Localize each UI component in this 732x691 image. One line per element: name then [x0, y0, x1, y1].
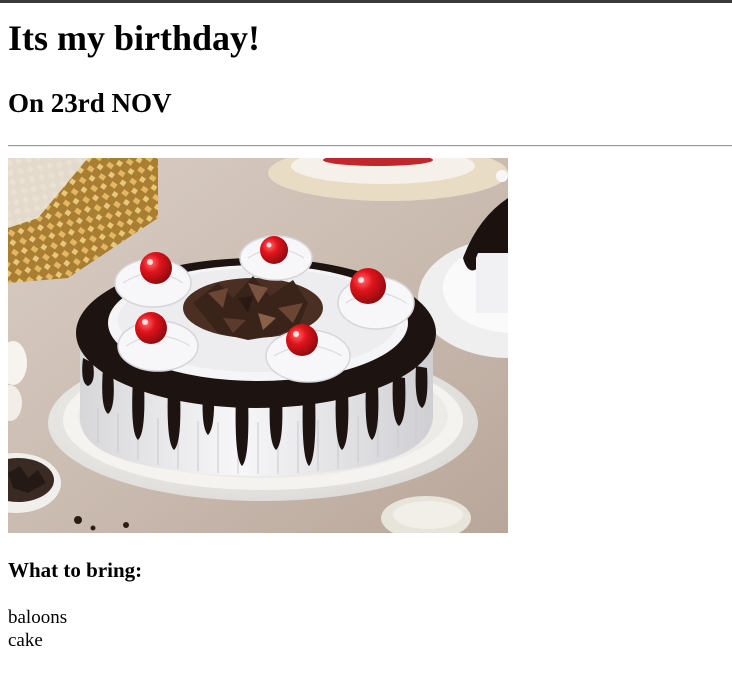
- bring-list: baloons cake: [8, 606, 67, 652]
- browser-top-border: [0, 0, 732, 3]
- bring-item: baloons: [8, 607, 68, 628]
- bring-item: cake: [8, 630, 43, 651]
- horizontal-rule: [8, 145, 732, 147]
- bring-list-heading: What to bring:: [8, 558, 143, 582]
- date-heading: On 23rd NOV: [8, 88, 172, 118]
- birthday-cake-image: [8, 158, 508, 533]
- page-title: Its my birthday!: [8, 18, 261, 58]
